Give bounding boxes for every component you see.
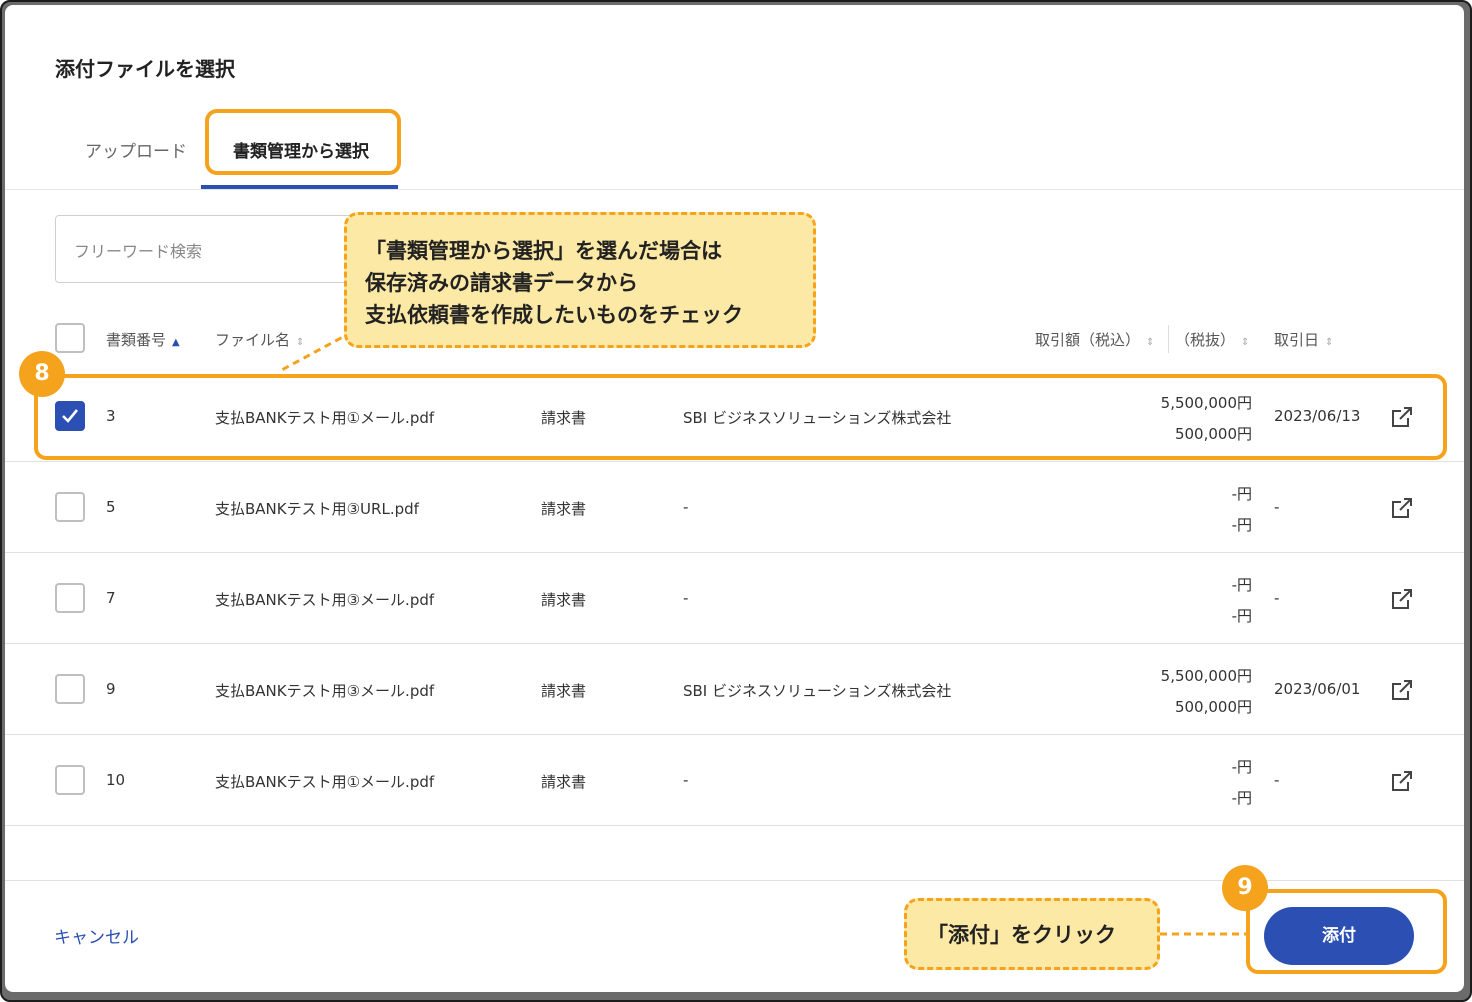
callout-step9: 「添付」をクリック [904,898,1160,970]
callout-step8-line2: 保存済みの請求書データから [365,271,638,295]
connector-step8 [277,330,353,374]
callout-step8-line1: 「書類管理から選択」を選んだ場合は [365,239,722,263]
callout-step8-line3: 支払依頼書を作成したいものをチェック [365,303,743,327]
callout-step8: 「書類管理から選択」を選んだ場合は 保存済みの請求書データから 支払依頼書を作成… [344,212,816,348]
annotation-connectors [277,330,1246,936]
step-badge-9: 9 [1222,865,1268,911]
step-badge-8: 8 [19,351,65,397]
